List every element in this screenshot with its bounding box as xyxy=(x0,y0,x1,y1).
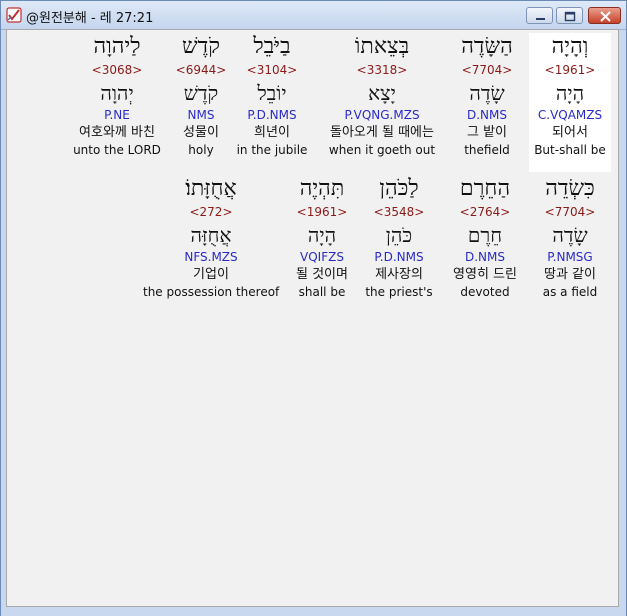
hebrew-word: לַכֹּהֵן xyxy=(379,176,419,201)
strong-number[interactable]: <2764> xyxy=(444,203,526,221)
parsing-code: P.NE xyxy=(104,108,130,122)
app-window: @원전분해 - 레 27:21 וְהָיָה <1961> הָיָה C.V… xyxy=(0,0,627,616)
english-gloss: the priest's xyxy=(365,285,433,299)
hebrew-lemma: שָׂדֶה xyxy=(469,81,505,105)
hebrew-lemma: יָצָא xyxy=(368,81,396,105)
korean-gloss: 여호와께 바친 xyxy=(79,125,155,140)
word-block[interactable]: וְהָיָה <1961> הָיָה C.VQAMZS 되어서 But-sh… xyxy=(529,33,611,172)
korean-gloss: 성물이 xyxy=(183,125,219,140)
english-gloss: when it goeth out xyxy=(328,143,436,157)
hebrew-lemma: אֲחֻזָּה xyxy=(190,223,232,247)
korean-gloss: 기업이 xyxy=(193,267,229,282)
hebrew-word: אֲחֻזָּתוֹ׃ xyxy=(185,176,237,201)
maximize-button[interactable] xyxy=(556,7,583,24)
analysis-pane: וְהָיָה <1961> הָיָה C.VQAMZS 되어서 But-sh… xyxy=(6,29,619,607)
korean-gloss: 희년이 xyxy=(254,125,290,140)
parsing-code: VQIFZS xyxy=(300,250,344,264)
hebrew-lemma: קֹדֶשׁ xyxy=(183,81,219,105)
hebrew-lemma: הָיָה xyxy=(307,223,337,247)
korean-gloss: 되어서 xyxy=(552,125,588,140)
word-block[interactable]: לַכֹּהֵן <3548> כֹּהֵן P.D.NMS 제사장의 the … xyxy=(363,175,435,314)
parsing-code: NMS xyxy=(187,108,215,122)
parsing-code: NFS.MZS xyxy=(184,250,238,264)
korean-gloss: 제사장의 xyxy=(375,267,423,282)
word-block[interactable]: בַיֹּבֵל <3104> יוֹבֵל P.D.NMS 희년이 in th… xyxy=(235,33,309,172)
close-button[interactable] xyxy=(588,7,621,24)
hebrew-lemma: חֵרֶם xyxy=(467,223,503,247)
word-block[interactable]: כִּשְׂדֵה <7704> שָׂדֶה P.NMSG 땅과 같이 as … xyxy=(529,175,611,314)
korean-gloss: 될 것이며 xyxy=(296,267,348,282)
strong-number[interactable]: <3104> xyxy=(235,61,309,79)
english-gloss: as a field xyxy=(542,285,598,299)
parsing-code: P.D.NMS xyxy=(374,250,424,264)
english-gloss: But-shall be xyxy=(534,143,606,157)
korean-gloss: 영영히 드린 xyxy=(453,267,517,282)
english-gloss: unto the LORD xyxy=(73,143,161,157)
title-bar[interactable]: @원전분해 - 레 27:21 xyxy=(1,1,626,30)
strong-number[interactable]: <3318> xyxy=(317,61,447,79)
strong-number[interactable]: <6944> xyxy=(170,61,232,79)
parsing-code: P.VQNG.MZS xyxy=(344,108,420,122)
word-block[interactable]: אֲחֻזָּתוֹ׃ <272> אֲחֻזָּה NFS.MZS 기업이 t… xyxy=(143,175,279,314)
word-block[interactable]: הַשָּׂדֶה <7704> שָׂדֶה D.NMS 그 밭이 thefi… xyxy=(447,33,527,172)
english-gloss: the possession thereof xyxy=(143,285,280,299)
window-bottom-border xyxy=(1,607,626,616)
hebrew-word: הַחֵרֶם xyxy=(459,176,511,201)
hebrew-word: קֹדֶשׁ xyxy=(182,34,220,59)
strong-number[interactable]: <1961> xyxy=(529,61,611,79)
strong-number[interactable]: <7704> xyxy=(529,203,611,221)
hebrew-lemma: הָיָה xyxy=(555,81,585,105)
word-block[interactable]: לַיהוָה <3068> יְהוָה P.NE 여호와께 바친 unto … xyxy=(67,33,167,172)
korean-gloss: 돌아오게 될 때에는 xyxy=(330,125,434,140)
parsing-code: D.NMS xyxy=(464,250,505,264)
word-block[interactable]: תִּהְיֶה <1961> הָיָה VQIFZS 될 것이며 shall… xyxy=(287,175,357,314)
minimize-button[interactable] xyxy=(526,7,553,24)
hebrew-lemma: שָׂדֶה xyxy=(552,223,588,247)
english-gloss: devoted xyxy=(460,285,510,299)
hebrew-word: לַיהוָה xyxy=(93,34,141,59)
english-gloss: thefield xyxy=(464,143,510,157)
word-block[interactable]: קֹדֶשׁ <6944> קֹדֶשׁ NMS 성물이 holy xyxy=(170,33,232,172)
hebrew-word: בְּצֵאתוֹ xyxy=(354,34,410,59)
window-title: @원전분해 - 레 27:21 xyxy=(26,11,154,26)
hebrew-lemma: יוֹבֵל xyxy=(257,81,287,105)
app-checkmark-icon xyxy=(6,7,22,23)
english-gloss: in the jubile xyxy=(236,143,308,157)
english-gloss: holy xyxy=(188,143,214,157)
hebrew-word: וְהָיָה xyxy=(551,34,589,59)
parsing-code: P.D.NMS xyxy=(247,108,297,122)
hebrew-lemma: יְהוָה xyxy=(100,81,134,105)
strong-number[interactable]: <1961> xyxy=(287,203,357,221)
strong-number[interactable]: <3548> xyxy=(363,203,435,221)
korean-gloss: 땅과 같이 xyxy=(544,267,596,282)
hebrew-word: הַשָּׂדֶה xyxy=(461,34,513,59)
english-gloss: shall be xyxy=(298,285,346,299)
word-block[interactable]: בְּצֵאתוֹ <3318> יָצָא P.VQNG.MZS 돌아오게 될… xyxy=(317,33,447,172)
strong-number[interactable]: <272> xyxy=(143,203,279,221)
korean-gloss: 그 밭이 xyxy=(466,125,507,140)
hebrew-word: תִּהְיֶה xyxy=(299,176,345,201)
parsing-code: P.NMSG xyxy=(547,250,593,264)
hebrew-lemma: כֹּהֵן xyxy=(385,223,413,247)
hebrew-word: בַיֹּבֵל xyxy=(253,34,291,59)
hebrew-word: כִּשְׂדֵה xyxy=(545,176,595,201)
parsing-code: C.VQAMZS xyxy=(537,108,603,122)
word-block[interactable]: הַחֵרֶם <2764> חֵרֶם D.NMS 영영히 드린 devote… xyxy=(444,175,526,314)
parsing-code: D.NMS xyxy=(466,108,507,122)
strong-number[interactable]: <7704> xyxy=(447,61,527,79)
strong-number[interactable]: <3068> xyxy=(67,61,167,79)
